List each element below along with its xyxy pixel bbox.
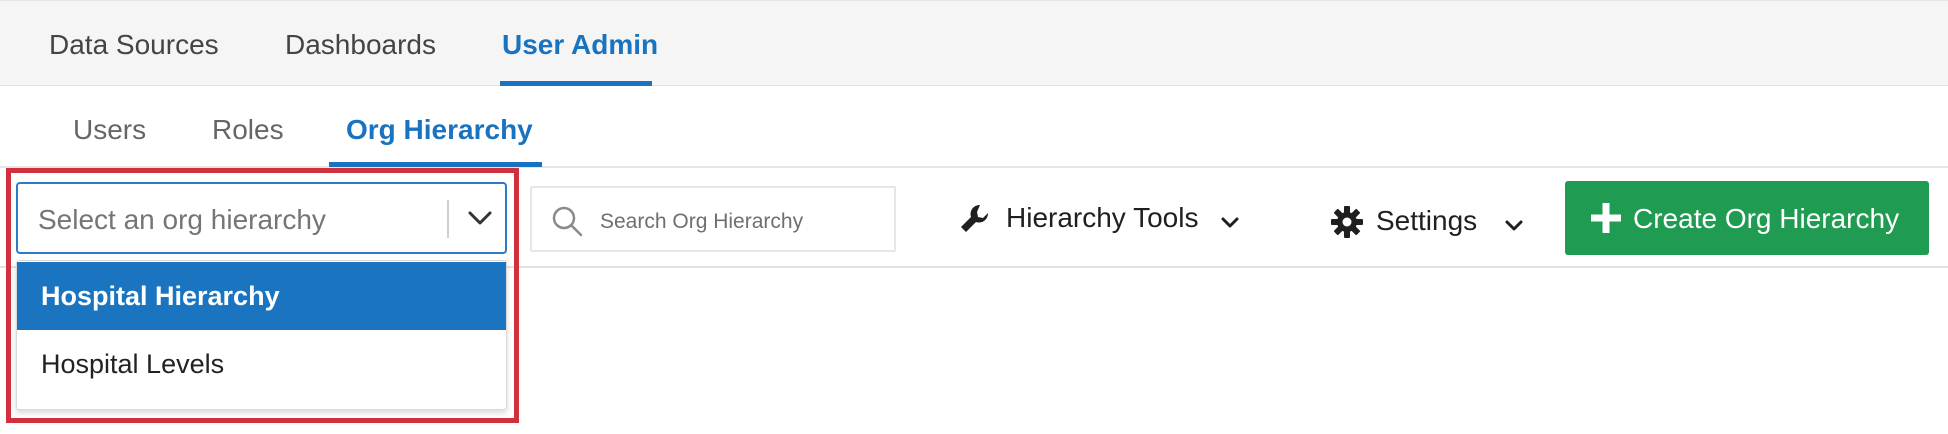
chevron-down-icon[interactable] xyxy=(466,208,494,228)
tab-data-sources[interactable]: Data Sources xyxy=(49,29,219,61)
option-hospital-levels[interactable]: Hospital Levels xyxy=(17,330,506,398)
tab-org-hierarchy[interactable]: Org Hierarchy xyxy=(346,114,533,146)
gear-icon xyxy=(1331,206,1363,238)
tab-roles[interactable]: Roles xyxy=(212,114,284,146)
create-org-hierarchy-button[interactable]: Create Org Hierarchy xyxy=(1565,181,1929,255)
search-org-hierarchy-input[interactable]: Search Org Hierarchy xyxy=(530,186,896,252)
select-divider xyxy=(447,200,449,238)
search-placeholder: Search Org Hierarchy xyxy=(600,210,804,233)
hierarchy-tools-button[interactable]: Hierarchy Tools xyxy=(958,196,1248,246)
page: Data Sources Dashboards User Admin Users… xyxy=(0,0,1948,434)
org-hierarchy-select[interactable]: Select an org hierarchy xyxy=(16,182,507,254)
create-org-hierarchy-label: Create Org Hierarchy xyxy=(1633,203,1900,234)
settings-button[interactable]: Settings xyxy=(1330,196,1530,246)
org-hierarchy-dropdown-menu: Hospital Hierarchy Hospital Levels xyxy=(16,260,507,410)
top-navigation: Data Sources Dashboards User Admin xyxy=(0,0,1948,86)
select-placeholder: Select an org hierarchy xyxy=(38,204,326,235)
option-hospital-hierarchy[interactable]: Hospital Hierarchy xyxy=(17,262,506,330)
hierarchy-tools-label: Hierarchy Tools xyxy=(1006,202,1199,233)
chevron-down-icon xyxy=(1505,220,1523,231)
tab-users[interactable]: Users xyxy=(73,114,146,146)
plus-icon xyxy=(1591,203,1621,233)
search-icon xyxy=(552,206,583,237)
chevron-down-icon xyxy=(1221,217,1239,228)
sub-navigation: Users Roles Org Hierarchy xyxy=(0,86,1948,168)
active-subtab-indicator xyxy=(329,162,542,167)
settings-label: Settings xyxy=(1376,205,1478,236)
tab-dashboards[interactable]: Dashboards xyxy=(285,29,436,61)
tab-user-admin[interactable]: User Admin xyxy=(502,29,658,61)
wrench-icon xyxy=(961,204,989,232)
